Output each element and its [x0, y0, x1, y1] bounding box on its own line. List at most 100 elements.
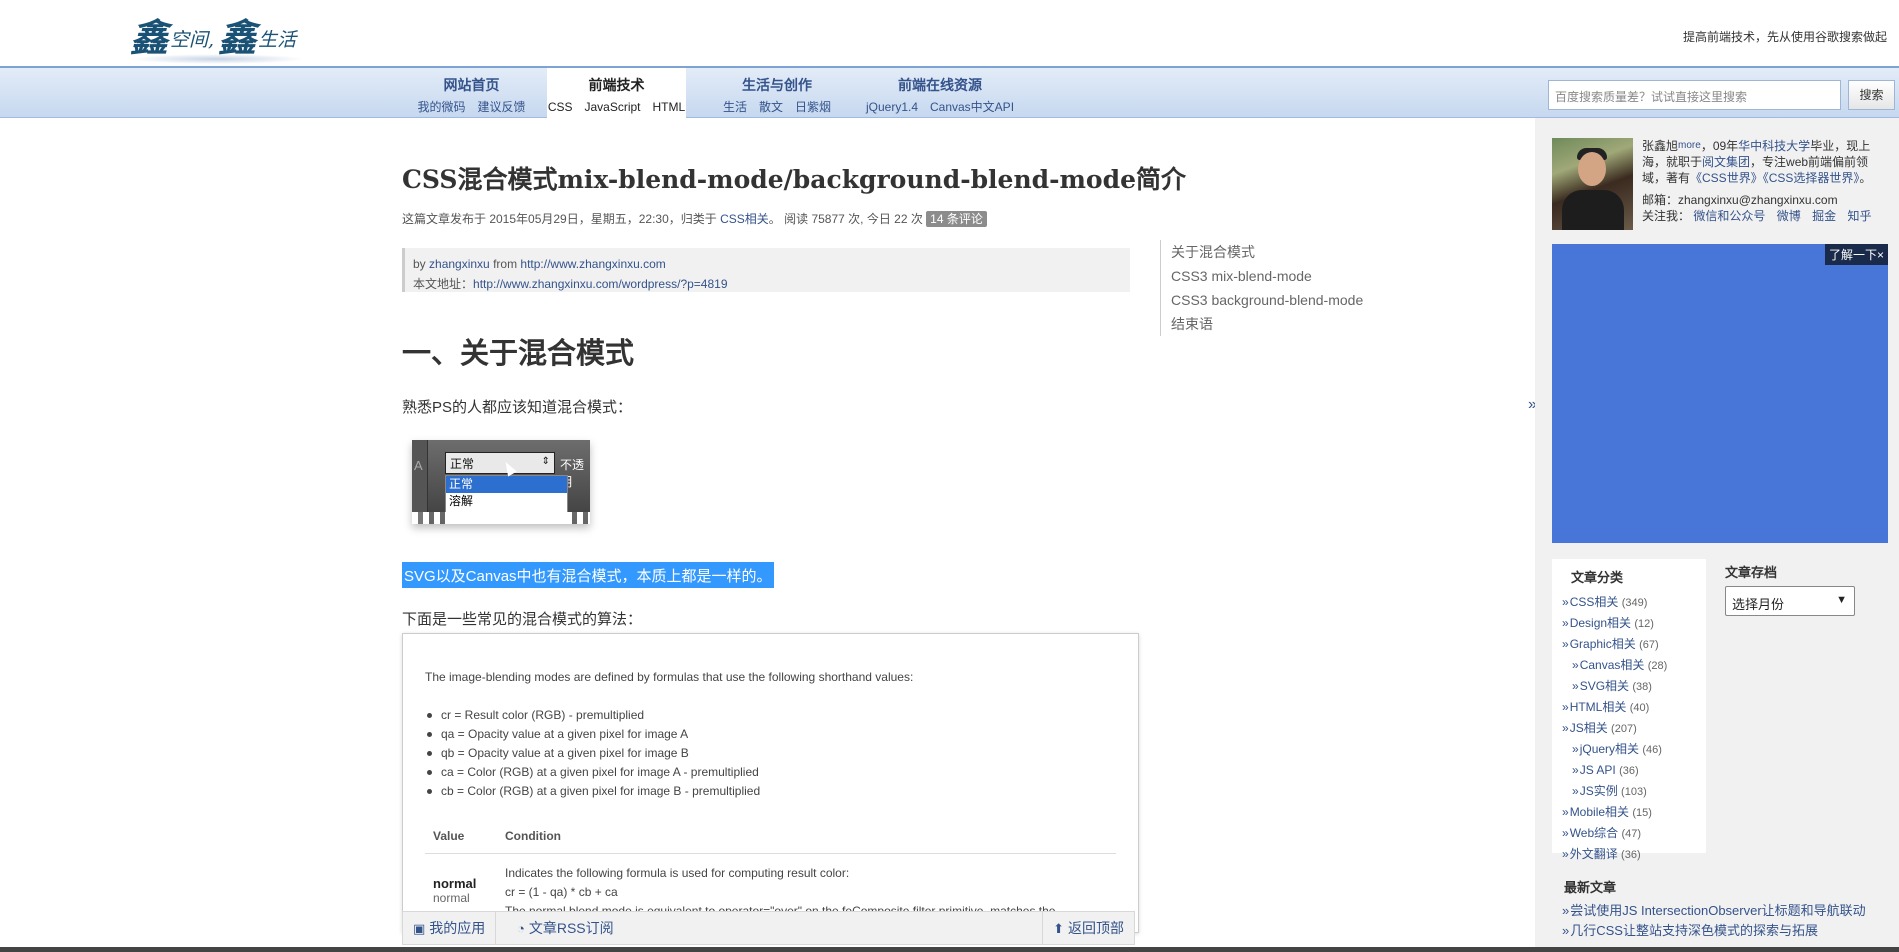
comments-badge[interactable]: 14 条评论 — [926, 211, 987, 227]
category-link[interactable]: Mobile相关 — [1570, 805, 1629, 819]
category-link[interactable]: SVG相关 — [1580, 679, 1629, 693]
category-item[interactable]: Design相关 (12) — [1562, 613, 1706, 634]
category-count: (36) — [1619, 765, 1639, 777]
nav-item-title[interactable]: 生活与创作 — [710, 75, 844, 95]
archive-select-value: 选择月份 — [1732, 597, 1785, 612]
category-link[interactable]: HTML相关 — [1570, 700, 1627, 714]
toc-item[interactable]: CSS3 mix-blend-mode — [1171, 264, 1363, 288]
category-link[interactable]: Canvas相关 — [1580, 658, 1645, 672]
toc-item[interactable]: 结束语 — [1171, 312, 1363, 336]
window-bottom-edge — [0, 947, 1899, 952]
category-item[interactable]: Graphic相关 (67) — [1562, 634, 1706, 655]
nav-item-title[interactable]: 前端技术 — [547, 75, 686, 95]
rss-button[interactable]: ◔ 文章RSS订阅 — [507, 912, 624, 944]
category-item[interactable]: jQuery相关 (46) — [1562, 739, 1706, 760]
bio-text: ，09年 — [1700, 139, 1739, 153]
row-value-sub: normal — [433, 891, 470, 905]
category-link[interactable]: JS相关 — [1570, 721, 1608, 735]
category-link[interactable]: Web综合 — [1570, 826, 1618, 840]
book-link[interactable]: 《CSS选择器世界》 — [1763, 171, 1860, 185]
recent-posts-title: 最新文章 — [1564, 880, 1617, 895]
category-link[interactable]: Design相关 — [1570, 616, 1631, 630]
recent-post-link[interactable]: 几行CSS让整站支持深色模式的探索与拓展 — [1562, 920, 1818, 939]
byline-url-link[interactable]: http://www.zhangxinxu.com/wordpress/?p=4… — [473, 277, 727, 291]
category-count: (46) — [1642, 744, 1662, 756]
logo-text-1: 空间, — [170, 29, 215, 51]
byline-author-link[interactable]: zhangxinxu — [429, 257, 490, 271]
site-header: 鑫 空间, 鑫 生活 提高前端技术，先从使用谷歌搜索做起 — [0, 0, 1899, 66]
category-item[interactable]: Mobile相关 (15) — [1562, 802, 1706, 823]
ad-close-tag[interactable]: 了解一下× — [1824, 244, 1888, 265]
category-item[interactable]: 外文翻译 (36) — [1562, 844, 1706, 865]
row-cond-line: cr = (1 - qa) * cb + ca — [505, 885, 618, 899]
byline-address-label: 本文地址： — [413, 277, 474, 291]
updown-arrow-icon: ⇕ — [541, 456, 550, 467]
book-link[interactable]: 《CSS世界》 — [1690, 171, 1763, 185]
byline-line-2: 本文地址：http://www.zhangxinxu.com/wordpress… — [413, 274, 1122, 294]
list-item: cr = Result color (RGB) - premultiplied — [425, 706, 1116, 725]
byline-by: by — [413, 257, 430, 271]
category-item[interactable]: JS相关 (207) — [1562, 718, 1706, 739]
search-input[interactable]: 百度搜索质量差？试试直接这里搜索 — [1548, 80, 1841, 110]
bottom-toolbar: ▣ 我的应用 ◔ 文章RSS订阅 ⬆ 返回顶部 — [402, 911, 1135, 945]
toc-item[interactable]: 关于混合模式 — [1171, 240, 1363, 264]
follow-link-juejin[interactable]: 掘金 — [1812, 209, 1836, 223]
nav-item-sub[interactable]: 生活 散文 日紫烟 — [710, 98, 844, 115]
category-item[interactable]: SVG相关 (38) — [1562, 676, 1706, 697]
follow-link-weibo[interactable]: 微博 — [1777, 209, 1801, 223]
category-link[interactable]: jQuery相关 — [1580, 742, 1639, 756]
ps-option-dissolve: 溶解 — [449, 494, 474, 508]
rss-label: 文章RSS订阅 — [528, 920, 614, 936]
chevron-down-icon: ▼ — [1836, 594, 1847, 606]
row-cond-line: Indicates the following formula is used … — [505, 866, 850, 880]
nav-item-sub[interactable]: CSS JavaScript HTML — [547, 98, 686, 115]
category-link[interactable]: Graphic相关 — [1570, 637, 1636, 651]
follow-link-zhihu[interactable]: 知乎 — [1847, 209, 1871, 223]
nav-item-home[interactable]: 网站首页 我的微码 建议反馈 — [410, 68, 533, 117]
ps-blend-select: 正常 ⇕ — [445, 452, 555, 474]
back-to-top-button[interactable]: ⬆ 返回顶部 — [1042, 912, 1134, 944]
nav-item-resources[interactable]: 前端在线资源 jQuery1.4 Canvas中文API — [860, 68, 1020, 117]
avatar[interactable] — [1552, 138, 1633, 230]
category-link[interactable]: JS实例 — [1580, 784, 1618, 798]
author-more-link[interactable]: more — [1678, 140, 1701, 151]
category-link[interactable]: 外文翻译 — [1570, 847, 1618, 861]
follow-link-wechat[interactable]: 微信和公众号 — [1693, 209, 1765, 223]
category-item[interactable]: JS API (36) — [1562, 760, 1706, 781]
category-link[interactable]: CSS相关 — [1570, 595, 1619, 609]
apps-icon: ▣ — [413, 921, 426, 936]
nav-item-title[interactable]: 网站首页 — [410, 75, 533, 95]
spec-table-header: Value Condition — [425, 825, 1116, 854]
category-item[interactable]: HTML相关 (40) — [1562, 697, 1706, 718]
category-link[interactable]: JS API — [1580, 763, 1616, 777]
rss-icon: ◔ — [517, 921, 525, 936]
archive-title: 文章存档 — [1725, 565, 1778, 580]
recent-post-link[interactable]: 尝试使用JS IntersectionObserver让标题和导航联动 — [1562, 900, 1865, 919]
category-item[interactable]: Web综合 (47) — [1562, 823, 1706, 844]
toc-item[interactable]: CSS3 background-blend-mode — [1171, 288, 1363, 312]
category-item[interactable]: Canvas相关 (28) — [1562, 655, 1706, 676]
site-logo[interactable]: 鑫 空间, 鑫 生活 — [130, 6, 305, 64]
archive-month-select[interactable]: 选择月份 ▼ — [1725, 586, 1855, 616]
nav-item-frontend[interactable]: 前端技术 CSS JavaScript HTML — [547, 68, 686, 119]
nav-item-life[interactable]: 生活与创作 生活 散文 日紫烟 — [710, 68, 844, 117]
ps-option-normal: 正常 — [446, 476, 567, 493]
meta-category-link[interactable]: CSS相关 — [720, 212, 769, 226]
ad-block[interactable]: 了解一下× — [1552, 244, 1888, 543]
byline-site-link[interactable]: http://www.zhangxinxu.com — [520, 257, 665, 271]
category-item[interactable]: JS实例 (103) — [1562, 781, 1706, 802]
spec-intro: The image-blending modes are defined by … — [425, 670, 914, 684]
nav-item-sub[interactable]: jQuery1.4 Canvas中文API — [860, 98, 1020, 115]
category-item[interactable]: CSS相关 (349) — [1562, 592, 1706, 613]
logo-char-2: 鑫 — [218, 15, 257, 60]
nav-item-sub[interactable]: 我的微码 建议反馈 — [410, 98, 533, 115]
category-count: (40) — [1629, 702, 1650, 714]
my-apps-label: 我的应用 — [429, 920, 486, 936]
nav-item-title[interactable]: 前端在线资源 — [860, 75, 1020, 95]
school-link[interactable]: 华中科技大学 — [1738, 139, 1810, 153]
section-heading: 一、关于混合模式 — [402, 336, 635, 370]
my-apps-button[interactable]: ▣ 我的应用 — [403, 912, 497, 944]
meta-prefix: 这篇文章发布于 2015年05月29日，星期五，22:30，归类于 — [402, 212, 721, 226]
company-link[interactable]: 阅文集团 — [1702, 155, 1750, 169]
search-button[interactable]: 搜索 — [1848, 80, 1895, 110]
